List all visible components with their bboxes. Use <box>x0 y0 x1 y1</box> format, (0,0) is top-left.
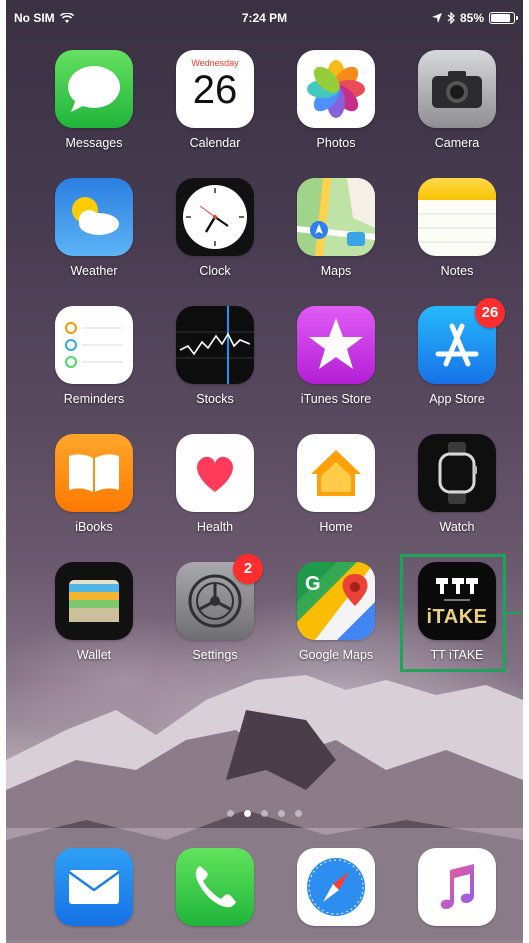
app-reminders[interactable]: Reminders <box>34 306 154 406</box>
app-label: App Store <box>429 392 485 406</box>
app-wallet[interactable]: Wallet <box>34 562 154 662</box>
ibooks-icon <box>55 434 133 512</box>
app-stocks[interactable]: Stocks <box>155 306 275 406</box>
calendar-weekday: Wednesday <box>191 58 239 68</box>
google-maps-icon: G <box>297 562 375 640</box>
app-label: Health <box>196 520 234 534</box>
status-bar: No SIM 7:24 PM 85% <box>6 0 523 36</box>
messages-icon <box>55 50 133 128</box>
app-messages[interactable]: Messages <box>34 50 154 150</box>
page-dot <box>295 810 302 817</box>
home-screen: No SIM 7:24 PM 85% Messages Wednesday 26… <box>6 0 523 943</box>
dock-app-music[interactable] <box>397 848 517 926</box>
app-health[interactable]: Health <box>155 434 275 534</box>
app-label: Photos <box>316 136 356 150</box>
camera-icon <box>418 50 496 128</box>
stocks-icon <box>176 306 254 384</box>
svg-text:G: G <box>305 573 321 595</box>
notification-badge: 26 <box>475 298 505 328</box>
highlight-box <box>400 554 506 672</box>
app-label: Messages <box>65 136 123 150</box>
highlight-connector <box>506 612 523 614</box>
page-indicator[interactable] <box>6 810 523 817</box>
battery-icon <box>489 12 518 24</box>
health-icon <box>176 434 254 512</box>
location-arrow-icon <box>431 13 442 23</box>
app-label: Wallet <box>76 648 112 662</box>
notification-badge: 2 <box>233 554 263 584</box>
dock <box>6 828 523 943</box>
watch-icon <box>418 434 496 512</box>
app-ibooks[interactable]: iBooks <box>34 434 154 534</box>
maps-icon <box>297 178 375 256</box>
bluetooth-icon <box>447 12 455 24</box>
app-weather[interactable]: Weather <box>34 178 154 278</box>
dock-app-mail[interactable] <box>34 848 154 926</box>
app-maps[interactable]: Maps <box>276 178 396 278</box>
calendar-day: 26 <box>192 68 238 112</box>
calendar-icon: Wednesday 26 <box>176 50 254 128</box>
app-calendar[interactable]: Wednesday 26 Calendar <box>155 50 275 150</box>
status-right: 85% <box>431 11 518 25</box>
itunes-store-icon <box>297 306 375 384</box>
app-label: Settings <box>192 648 238 662</box>
home-icon <box>297 434 375 512</box>
app-notes[interactable]: Notes <box>397 178 517 278</box>
weather-icon <box>55 178 133 256</box>
app-label: Stocks <box>196 392 234 406</box>
app-photos[interactable]: Photos <box>276 50 396 150</box>
app-label: Home <box>319 520 353 534</box>
app-watch[interactable]: Watch <box>397 434 517 534</box>
battery-level <box>491 14 510 22</box>
dock-app-safari[interactable] <box>276 848 396 926</box>
app-clock[interactable]: Clock <box>155 178 275 278</box>
music-icon <box>418 848 496 926</box>
app-label: Calendar <box>189 136 241 150</box>
page-dot <box>261 810 268 817</box>
app-label: Maps <box>320 264 352 278</box>
app-app-store[interactable]: 26 App Store <box>397 298 517 406</box>
clock-icon <box>176 178 254 256</box>
app-camera[interactable]: Camera <box>397 50 517 150</box>
app-label: Google Maps <box>298 648 374 662</box>
wallet-icon <box>55 562 133 640</box>
battery-percent: 85% <box>459 11 484 25</box>
app-settings[interactable]: 2 Settings <box>155 554 275 662</box>
safari-icon <box>297 848 375 926</box>
app-itunes-store[interactable]: iTunes Store <box>276 306 396 406</box>
app-label: Weather <box>70 264 118 278</box>
app-label: Watch <box>439 520 475 534</box>
page-dot-active <box>244 810 251 817</box>
page-dot <box>278 810 285 817</box>
page-dot <box>227 810 234 817</box>
app-label: iTunes Store <box>300 392 372 406</box>
app-label: Camera <box>434 136 480 150</box>
dock-app-phone[interactable] <box>155 848 275 926</box>
app-google-maps[interactable]: G Google Maps <box>276 562 396 662</box>
mail-icon <box>55 848 133 926</box>
app-label: iBooks <box>75 520 113 534</box>
app-home[interactable]: Home <box>276 434 396 534</box>
app-label: Reminders <box>63 392 125 406</box>
app-label: Notes <box>440 264 474 278</box>
reminders-icon <box>55 306 133 384</box>
notes-icon <box>418 178 496 256</box>
photos-icon <box>297 50 375 128</box>
phone-icon <box>176 848 254 926</box>
app-label: Clock <box>199 264 231 278</box>
